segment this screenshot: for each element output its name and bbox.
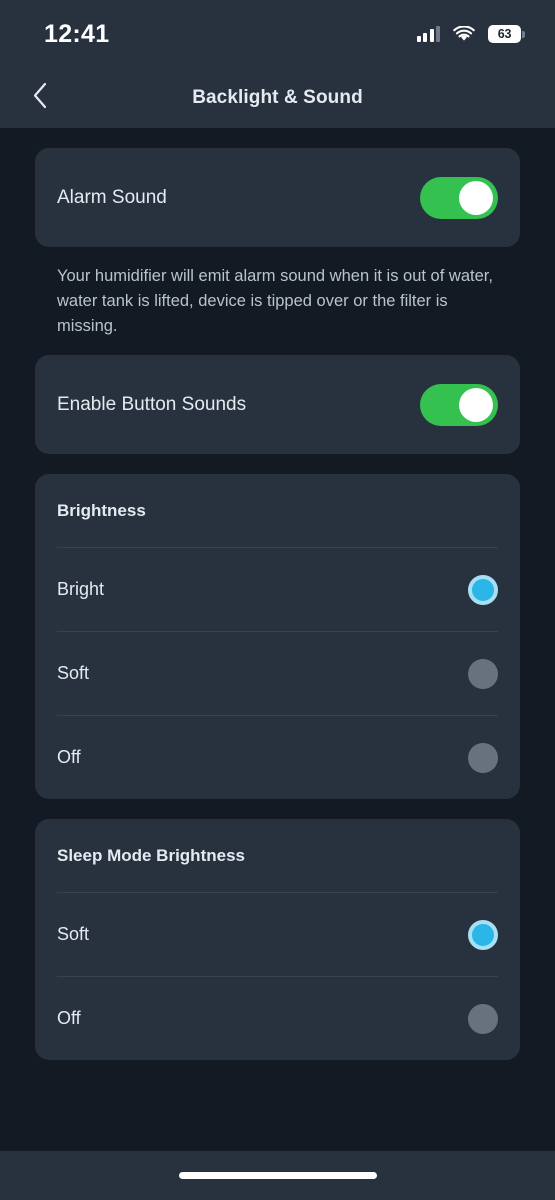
radio-button[interactable] [468, 1003, 498, 1034]
button-sounds-toggle[interactable] [420, 383, 498, 426]
option-label: Soft [57, 924, 90, 944]
brightness-option-soft[interactable]: Soft [35, 632, 520, 715]
sleep-mode-brightness-title: Sleep Mode Brightness [57, 846, 245, 865]
alarm-sound-card: Alarm Sound [35, 148, 520, 247]
option-label: Soft [57, 663, 90, 683]
battery-level-label: 63 [497, 27, 512, 41]
chevron-left-icon [32, 82, 48, 114]
alarm-sound-row[interactable]: Alarm Sound [35, 148, 520, 247]
radio-button-selected[interactable] [468, 919, 498, 950]
option-label: Bright [57, 579, 105, 599]
toggle-knob [459, 387, 493, 422]
option-label: Off [57, 1008, 81, 1028]
back-button[interactable] [18, 76, 62, 120]
brightness-option-off[interactable]: Off [35, 716, 520, 799]
page-title: Backlight & Sound [192, 87, 363, 108]
alarm-sound-label: Alarm Sound [57, 186, 167, 208]
home-bar [0, 1151, 555, 1200]
radio-button-selected[interactable] [468, 574, 498, 605]
button-sounds-row[interactable]: Enable Button Sounds [35, 355, 520, 454]
brightness-title: Brightness [57, 501, 146, 520]
cellular-signal-icon [416, 26, 440, 42]
radio-button[interactable] [468, 658, 498, 689]
navigation-bar: Backlight & Sound [0, 68, 555, 128]
sleep-mode-brightness-card: Sleep Mode Brightness Soft Off [35, 819, 520, 1060]
option-label: Off [57, 747, 81, 767]
status-bar-clock: 12:41 [44, 19, 110, 48]
radio-button[interactable] [468, 742, 498, 773]
brightness-card: Brightness Bright Soft Off [35, 474, 520, 799]
toggle-knob [459, 180, 493, 215]
sleep-mode-option-off[interactable]: Off [35, 977, 520, 1060]
brightness-option-bright[interactable]: Bright [35, 548, 520, 631]
alarm-sound-description: Your humidifier will emit alarm sound wh… [57, 267, 493, 335]
home-indicator[interactable] [178, 1172, 377, 1179]
sleep-mode-option-soft[interactable]: Soft [35, 893, 520, 976]
settings-content: Alarm Sound Your humidifier will emit al… [0, 128, 555, 1151]
button-sounds-label: Enable Button Sounds [57, 393, 247, 415]
alarm-sound-toggle[interactable] [420, 176, 498, 219]
button-sounds-card: Enable Button Sounds [35, 355, 520, 454]
battery-icon: 63 [488, 25, 525, 43]
status-bar-indicators: 63 [416, 25, 525, 43]
status-bar: 12:41 63 [0, 0, 555, 68]
wifi-icon [453, 25, 475, 42]
